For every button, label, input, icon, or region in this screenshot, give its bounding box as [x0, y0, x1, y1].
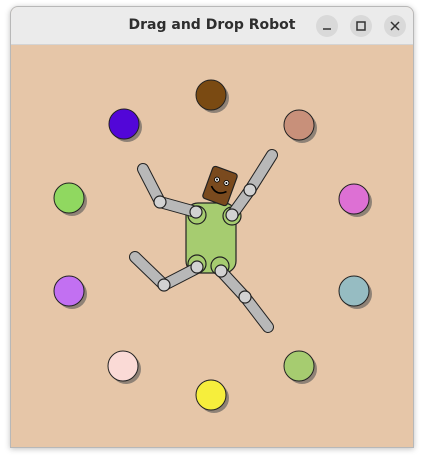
minimize-button[interactable] — [316, 15, 338, 37]
minimize-icon — [323, 28, 331, 30]
swatch-light-pink[interactable] — [107, 350, 141, 384]
swatch-green[interactable] — [53, 182, 87, 216]
app-window: Drag and Drop Robot — [10, 6, 414, 448]
left-hip-pivot[interactable] — [190, 260, 204, 274]
close-icon — [390, 21, 400, 31]
left-knee-joint[interactable] — [157, 278, 171, 292]
left-shoulder-pivot[interactable] — [189, 205, 203, 219]
close-button[interactable] — [384, 15, 406, 37]
robot-head[interactable] — [202, 165, 238, 207]
swatch-brown[interactable] — [195, 79, 229, 113]
title-bar[interactable]: Drag and Drop Robot — [11, 7, 413, 45]
maximize-button[interactable] — [350, 15, 372, 37]
swatch-tan[interactable] — [283, 109, 317, 143]
right-hip-pivot[interactable] — [214, 264, 228, 278]
right-elbow-joint[interactable] — [243, 183, 257, 197]
right-knee-joint[interactable] — [238, 290, 252, 304]
swatch-pink[interactable] — [338, 183, 372, 217]
robot[interactable] — [129, 149, 278, 333]
swatch-indigo[interactable] — [108, 108, 142, 142]
maximize-icon — [356, 21, 366, 31]
left-elbow-joint[interactable] — [153, 195, 167, 209]
swatch-lavender[interactable] — [53, 275, 87, 309]
drawing-canvas[interactable] — [11, 45, 413, 447]
right-shoulder-pivot[interactable] — [225, 208, 239, 222]
swatch-olive-green[interactable] — [283, 350, 317, 384]
swatch-yellow[interactable] — [195, 379, 229, 413]
swatch-slate[interactable] — [338, 275, 372, 309]
